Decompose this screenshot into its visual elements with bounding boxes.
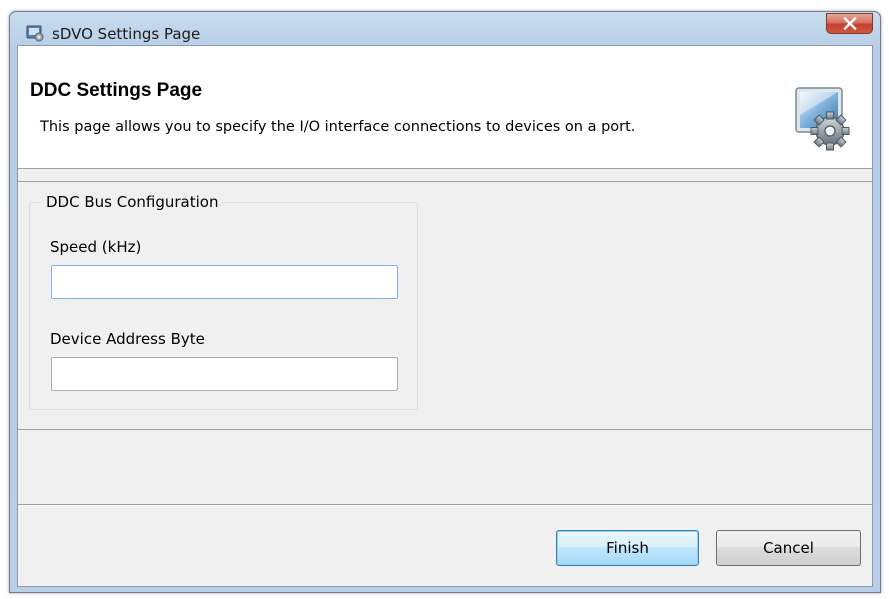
- finish-button[interactable]: Finish: [556, 530, 699, 566]
- dialog-client-area: DDC Settings Page This page allows you t…: [17, 45, 873, 587]
- settings-window: sDVO Settings Page DDC Settings Page Thi…: [9, 11, 881, 593]
- close-icon: [843, 17, 857, 30]
- content-panel: DDC Bus Configuration Speed (kHz) Device…: [18, 181, 872, 430]
- page-description: This page allows you to specify the I/O …: [40, 119, 636, 135]
- gear-settings-icon: [794, 85, 850, 151]
- button-separator: [18, 504, 872, 506]
- device-address-input[interactable]: [51, 357, 398, 391]
- speed-input[interactable]: [51, 265, 398, 299]
- cancel-button[interactable]: Cancel: [716, 530, 861, 566]
- window-title: sDVO Settings Page: [52, 25, 201, 43]
- speed-label: Speed (kHz): [50, 238, 142, 256]
- group-legend: DDC Bus Configuration: [42, 193, 223, 211]
- app-icon: [26, 24, 44, 42]
- ddc-bus-configuration-group: DDC Bus Configuration Speed (kHz) Device…: [29, 193, 418, 410]
- close-button[interactable]: [826, 13, 873, 34]
- page-title: DDC Settings Page: [30, 80, 203, 101]
- wizard-header: DDC Settings Page This page allows you t…: [18, 46, 872, 169]
- device-address-label: Device Address Byte: [50, 330, 205, 348]
